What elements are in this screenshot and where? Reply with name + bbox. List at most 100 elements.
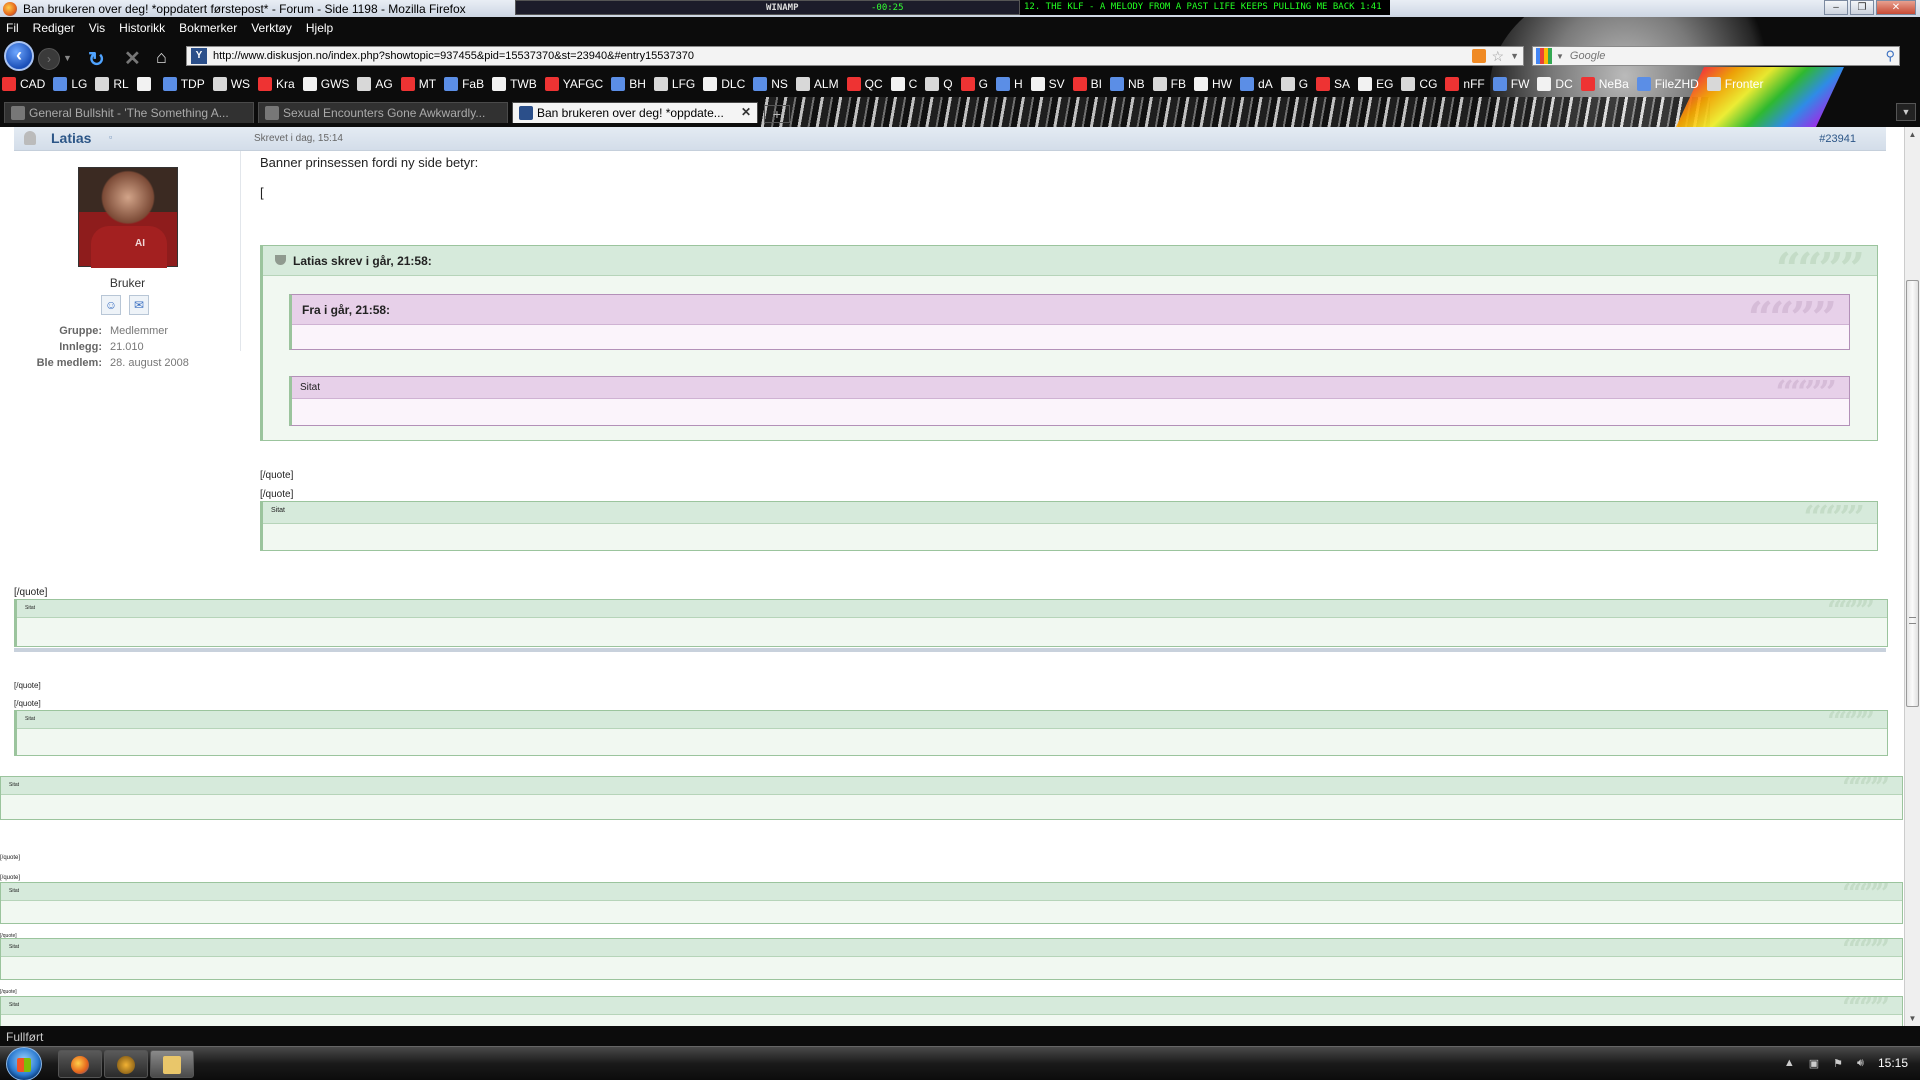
bookmark-item[interactable]: C [890,77,917,91]
home-icon[interactable]: ⌂ [156,47,167,68]
quote-header: Sitat ““”” [292,377,1849,399]
network-icon[interactable]: ▣ [1809,1057,1819,1070]
bookmark-item[interactable]: FileZHD [1636,77,1699,91]
menu-rediger[interactable]: Rediger [33,21,75,37]
search-input[interactable] [1569,50,1886,62]
bookmark-label: Kra [276,77,295,91]
message-icon[interactable]: ✉ [129,295,149,315]
bookmark-item[interactable]: FaB [444,77,484,91]
bookmark-item[interactable]: SV [1030,77,1065,91]
bookmark-item[interactable]: FW [1492,77,1529,91]
taskbar-firefox[interactable] [58,1050,102,1078]
taskbar-winamp[interactable] [104,1050,148,1078]
show-hidden-icons-icon[interactable]: ▲ [1784,1057,1795,1069]
bookmark-item[interactable]: LG [53,77,87,91]
bookmark-item[interactable]: MT [400,77,436,91]
search-icon[interactable]: ⚲ [1885,48,1895,64]
bookmark-item[interactable]: GWS [302,77,349,91]
menu-fil[interactable]: Fil [6,21,19,37]
bookmark-item[interactable]: BH [611,77,646,91]
url-dropdown-icon[interactable]: ▼ [1510,51,1519,61]
bookmark-item[interactable]: HW [1194,77,1232,91]
bookmark-item[interactable]: WS [212,77,250,91]
google-engine-icon[interactable] [1536,48,1552,64]
bookmark-item[interactable]: EG [1358,77,1393,91]
tab-general-bullshit[interactable]: General Bullshit - 'The Something A... [4,102,254,123]
action-center-flag-icon[interactable]: ⚑ [1833,1057,1843,1070]
forward-button[interactable]: › [38,48,60,70]
quote-title: Fra i går, 21:58: [302,303,391,317]
bookmark-item[interactable]: RL [95,77,129,91]
post-id-link[interactable]: #23941 [1819,133,1856,145]
post-author-link[interactable]: Latias [51,130,91,146]
bookmark-item[interactable]: Q [925,77,953,91]
bookmark-item[interactable]: SA [1316,77,1350,91]
bookmark-item[interactable]: AG [357,77,393,91]
bookmark-item[interactable]: G [960,77,988,91]
bookmark-label: FileZHD [1654,77,1699,91]
stop-icon[interactable]: ✕ [124,46,141,71]
bookmark-item[interactable]: CG [1401,77,1437,91]
bookmark-item[interactable]: dA [1240,77,1273,91]
bookmark-item[interactable]: DC [1537,77,1573,91]
bookmark-item[interactable]: CAD [2,77,45,91]
meta-row-group: Gruppe: Medlemmer [14,325,241,341]
bookmark-item[interactable]: FB [1152,77,1186,91]
bookmark-item[interactable]: G [1280,77,1308,91]
clock[interactable]: 15:15 [1878,1056,1908,1070]
address-bar[interactable]: Y http://www.diskusjon.no/index.php?show… [186,46,1524,66]
bookmark-item[interactable]: YAFGC [544,77,603,91]
post-text: Banner prinsessen fordi ny side betyr: [260,155,479,170]
bookmark-item[interactable]: Fronter [1706,77,1763,91]
menu-bokmerker[interactable]: Bokmerker [179,21,237,37]
winamp-song-marquee: 12. THE KLF - A MELODY FROM A PAST LIFE … [1020,0,1390,15]
reload-icon[interactable]: ↻ [88,47,105,72]
bookmark-item[interactable]: NeBa [1580,77,1629,91]
minimize-button[interactable]: – [1824,0,1848,15]
engine-dropdown-icon[interactable]: ▼ [1556,52,1564,61]
quote-block-sitat: Sitat ““”” [14,710,1888,756]
scroll-thumb[interactable] [1906,280,1919,707]
history-dropdown-icon[interactable]: ▼ [63,53,72,63]
bookmark-item[interactable]: DLC [703,77,745,91]
taskbar-explorer[interactable] [150,1050,194,1078]
bookmark-item[interactable]: TWB [492,77,537,91]
bookmark-item[interactable] [136,77,155,91]
url-text[interactable]: http://www.diskusjon.no/index.php?showto… [213,50,1472,62]
tab-ban-brukeren[interactable]: Ban brukeren over deg! *oppdate... ✕ [512,102,758,123]
bookmark-item[interactable]: LFG [653,77,695,91]
bookmark-item[interactable]: Kra [258,77,295,91]
menu-verktoy[interactable]: Verktøy [251,21,292,37]
back-button[interactable]: ‹ [4,41,34,71]
start-button[interactable] [6,1047,42,1080]
tab-close-icon[interactable]: ✕ [741,105,751,119]
bookmark-item[interactable]: TDP [162,77,205,91]
profile-icon[interactable]: ☺ [101,295,121,315]
scroll-down-icon[interactable]: ▼ [1905,1011,1920,1026]
search-bar[interactable]: ▼ ⚲ [1532,46,1900,66]
scroll-up-icon[interactable]: ▲ [1905,127,1920,142]
bookmark-item[interactable]: H [995,77,1023,91]
tab-sexual-encounters[interactable]: Sexual Encounters Gone Awkwardly... [258,102,508,123]
bookmark-item[interactable]: NB [1110,77,1145,91]
menu-vis[interactable]: Vis [89,21,105,37]
bookmark-item[interactable]: NS [753,77,788,91]
page-scrollbar[interactable]: ▲ ▼ [1904,127,1920,1026]
maximize-button[interactable]: ❐ [1850,0,1874,15]
bookmark-item[interactable]: nFF [1445,77,1485,91]
volume-icon[interactable]: 🔊︎ [1857,1057,1864,1070]
menu-hjelp[interactable]: Hjelp [306,21,333,37]
winamp-mini-player[interactable]: WINAMP -00:25 [515,0,1020,15]
profile-popup-icon[interactable]: ▫ [109,132,112,142]
new-tab-button[interactable]: + [764,105,790,123]
bookmark-star-icon[interactable]: ☆ [1492,48,1505,65]
bookmark-item[interactable]: BI [1072,77,1102,91]
bookmark-item[interactable]: ALM [795,77,839,91]
close-button[interactable]: ✕ [1876,0,1916,15]
bookmark-favicon [960,77,975,91]
quote-header: Sitat ““”” [263,502,1877,524]
menu-historikk[interactable]: Historikk [119,21,165,37]
bookmark-item[interactable]: QC [846,77,883,91]
tab-list-dropdown-icon[interactable]: ▼ [1896,103,1916,121]
rss-feed-icon[interactable] [1471,49,1486,63]
